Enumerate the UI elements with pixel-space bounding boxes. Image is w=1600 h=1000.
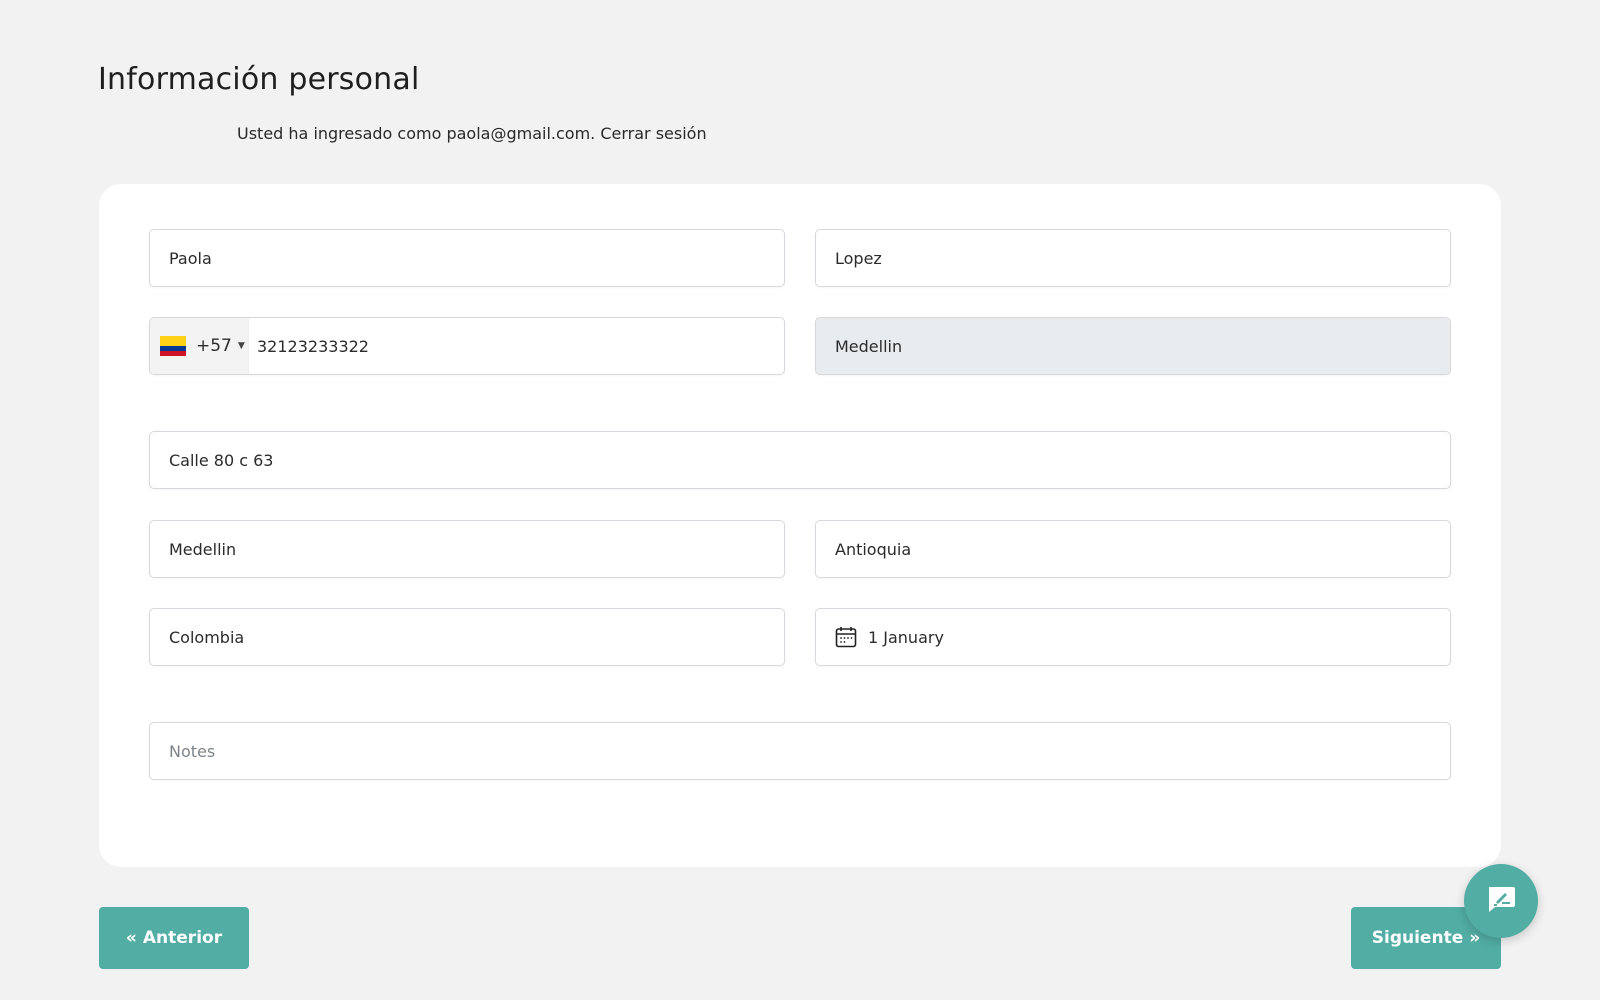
page-title: Información personal: [98, 62, 420, 97]
feedback-chat-icon: [1484, 882, 1518, 920]
phone-number-input[interactable]: 32123233322: [249, 337, 369, 356]
last-name-value: Lopez: [835, 248, 882, 268]
country-code-selector[interactable]: +57 ▼: [150, 318, 249, 374]
first-name-value: Paola: [169, 248, 212, 268]
state-input[interactable]: Antioquia: [815, 520, 1451, 578]
next-button-label: Siguiente: [1371, 928, 1464, 948]
chevron-down-icon: ▼: [237, 341, 245, 351]
birthday-date-input[interactable]: 1 January: [815, 608, 1451, 666]
country-input[interactable]: Colombia: [149, 608, 785, 666]
city-input[interactable]: Medellin: [149, 520, 785, 578]
calendar-icon: [834, 625, 858, 649]
login-status: Usted ha ingresado como paola@gmail.com.…: [237, 124, 707, 143]
country-dial-code: +57: [196, 336, 232, 356]
country-value: Colombia: [169, 627, 245, 647]
previous-button-label: Anterior: [142, 928, 223, 948]
feedback-chat-button[interactable]: [1464, 864, 1538, 938]
phone-field: +57 ▼ 32123233322: [149, 317, 785, 375]
address-value: Calle 80 c 63: [169, 450, 274, 470]
notes-input[interactable]: Notes: [149, 722, 1451, 780]
previous-button[interactable]: « Anterior: [99, 907, 249, 969]
personal-info-card: Paola Lopez +57 ▼ 32123233322 Medellin C…: [99, 184, 1501, 867]
birthday-value: 1 January: [868, 627, 944, 647]
double-chevron-left-icon: «: [125, 928, 137, 948]
city-readonly-field: Medellin: [815, 317, 1451, 375]
first-name-input[interactable]: Paola: [149, 229, 785, 287]
last-name-input[interactable]: Lopez: [815, 229, 1451, 287]
logout-link[interactable]: Cerrar sesión: [600, 124, 706, 143]
city-value: Medellin: [169, 539, 237, 559]
colombia-flag-icon: [160, 336, 186, 356]
notes-placeholder: Notes: [169, 741, 216, 761]
login-status-text: Usted ha ingresado como paola@gmail.com.: [237, 124, 596, 143]
city-readonly-value: Medellin: [835, 336, 903, 356]
state-value: Antioquia: [835, 539, 912, 559]
address-input[interactable]: Calle 80 c 63: [149, 431, 1451, 489]
